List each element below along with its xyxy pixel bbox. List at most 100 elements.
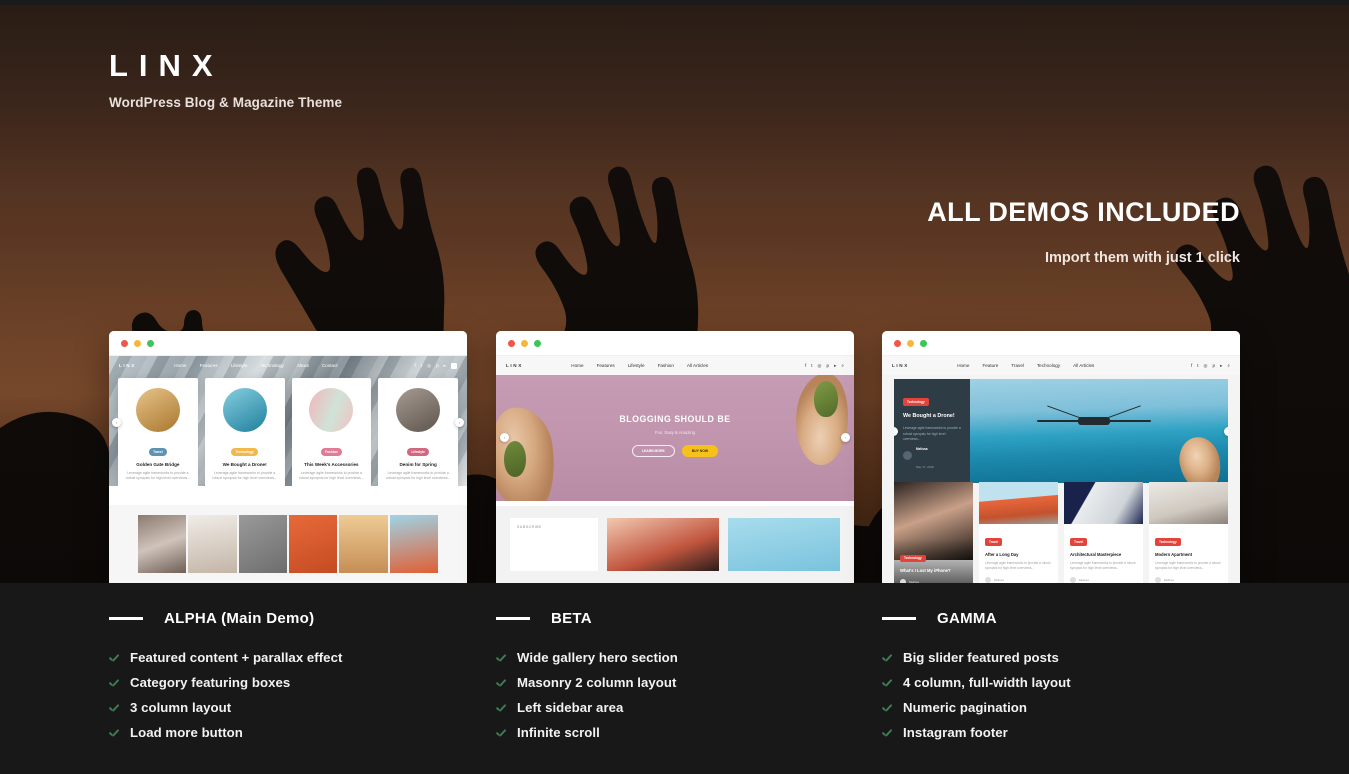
card-badge: Fashion bbox=[321, 448, 342, 456]
youtube-icon[interactable]: ▸ bbox=[444, 363, 446, 369]
masonry-image[interactable] bbox=[607, 518, 719, 571]
strip-image[interactable] bbox=[238, 515, 287, 573]
beta-social-icons[interactable]: f t ◎ p ▸ ⌕ bbox=[805, 363, 844, 369]
gamma-post[interactable]: Technology Modern Apartment Leverage agi… bbox=[1149, 482, 1228, 583]
learn-more-button[interactable]: LEARN MORE bbox=[631, 445, 675, 457]
post-author: Melissa bbox=[994, 578, 1004, 583]
alpha-card[interactable]: Fashion This Week's Accessories Leverage… bbox=[291, 378, 372, 486]
strip-image[interactable] bbox=[188, 515, 237, 573]
list-item: 4 column, full-width layout bbox=[882, 675, 1254, 690]
nav-link[interactable]: Contact bbox=[322, 363, 338, 368]
post-badge: Technology bbox=[1155, 538, 1181, 546]
pinterest-icon[interactable]: p bbox=[436, 363, 439, 368]
check-icon bbox=[882, 677, 893, 688]
post-author: Melissa bbox=[1079, 578, 1089, 583]
search-icon[interactable]: ⌕ bbox=[1227, 363, 1230, 368]
alpha-prev-arrow[interactable]: ‹ bbox=[112, 418, 121, 427]
alpha-next-arrow[interactable]: › bbox=[455, 418, 464, 427]
alpha-site-nav: LINX Home Features Lifestyle Technology … bbox=[109, 356, 467, 375]
demo-preview-gamma[interactable]: LINX Home Feature Travel Technology All … bbox=[882, 331, 1240, 583]
nav-link[interactable]: About bbox=[297, 363, 309, 368]
youtube-icon[interactable]: ▸ bbox=[834, 363, 836, 369]
check-icon bbox=[882, 727, 893, 738]
nav-link[interactable]: Lifestyle bbox=[628, 363, 645, 368]
twitter-icon[interactable]: t bbox=[1197, 363, 1198, 368]
brand-logo: LINX bbox=[109, 48, 224, 83]
window-close-dot[interactable] bbox=[121, 339, 128, 347]
alpha-nav-links[interactable]: Home Features Lifestyle Technology About… bbox=[174, 363, 337, 368]
nav-link[interactable]: Technology bbox=[1037, 363, 1060, 368]
nav-link[interactable]: All Articles bbox=[687, 363, 708, 368]
window-close-dot[interactable] bbox=[508, 339, 515, 347]
pinterest-icon[interactable]: p bbox=[827, 363, 830, 368]
search-icon[interactable] bbox=[450, 362, 457, 369]
beta-sidebar-title: SUBSCRIBE bbox=[517, 525, 542, 529]
pinterest-icon[interactable]: p bbox=[1213, 363, 1216, 368]
gamma-next-arrow[interactable]: › bbox=[1224, 427, 1228, 436]
nav-link[interactable]: Feature bbox=[982, 363, 998, 368]
window-minimize-dot[interactable] bbox=[521, 339, 528, 347]
nav-link[interactable]: Fashion bbox=[658, 363, 674, 368]
youtube-icon[interactable]: ▸ bbox=[1220, 363, 1222, 369]
alpha-social-icons[interactable]: f t ◎ p ▸ bbox=[415, 362, 457, 369]
facebook-icon[interactable]: f bbox=[415, 363, 416, 368]
check-icon bbox=[496, 677, 507, 688]
window-maximize-dot[interactable] bbox=[920, 339, 927, 347]
beta-next-arrow[interactable]: › bbox=[841, 433, 850, 442]
strip-image[interactable] bbox=[138, 515, 187, 573]
demo-preview-alpha[interactable]: LINX Home Features Lifestyle Technology … bbox=[109, 331, 467, 583]
strip-image[interactable] bbox=[288, 515, 338, 573]
facebook-icon[interactable]: f bbox=[805, 363, 806, 368]
nav-link[interactable]: Home bbox=[571, 363, 583, 368]
twitter-icon[interactable]: t bbox=[811, 363, 812, 368]
gamma-post[interactable]: Travel Architectural Masterpiece Leverag… bbox=[1064, 482, 1143, 583]
demo-column-gamma: GAMMA Big slider featured posts 4 column… bbox=[882, 610, 1254, 750]
post-badge: Technology bbox=[900, 554, 926, 562]
nav-link[interactable]: Features bbox=[200, 363, 218, 368]
window-minimize-dot[interactable] bbox=[134, 339, 141, 347]
post-body: Travel Architectural Masterpiece Leverag… bbox=[1064, 524, 1143, 583]
beta-prev-arrow[interactable]: ‹ bbox=[500, 433, 509, 442]
gamma-nav-links[interactable]: Home Feature Travel Technology All Artic… bbox=[957, 363, 1094, 368]
buy-now-button[interactable]: BUY NOW bbox=[681, 445, 719, 457]
nav-link[interactable]: Home bbox=[174, 363, 186, 368]
alpha-card[interactable]: Lifestyle Denim for Spring Leverage agil… bbox=[378, 378, 458, 486]
post-title: Architectural Masterpiece bbox=[1070, 552, 1122, 557]
instagram-icon[interactable]: ◎ bbox=[818, 363, 822, 369]
hero-subline: Import them with just 1 click bbox=[1045, 250, 1240, 266]
card-excerpt: Leverage agile frameworks to provide a r… bbox=[385, 471, 451, 481]
preview-body-beta: LINX Home Features Lifestyle Fashion All… bbox=[496, 356, 854, 583]
demo-preview-beta[interactable]: LINX Home Features Lifestyle Fashion All… bbox=[496, 331, 854, 583]
nav-link[interactable]: All Articles bbox=[1073, 363, 1094, 368]
author-avatar bbox=[903, 450, 912, 460]
window-maximize-dot[interactable] bbox=[147, 339, 154, 347]
facebook-icon[interactable]: f bbox=[1191, 363, 1192, 368]
window-minimize-dot[interactable] bbox=[907, 339, 914, 347]
feature-label: Featured content + parallax effect bbox=[130, 650, 343, 665]
instagram-icon[interactable]: ◎ bbox=[427, 363, 431, 369]
window-maximize-dot[interactable] bbox=[534, 339, 541, 347]
gamma-social-icons[interactable]: f t ◎ p ▸ ⌕ bbox=[1191, 363, 1230, 369]
nav-link[interactable]: Technology bbox=[261, 363, 284, 368]
gamma-post[interactable]: Technology What's I Lost My iPhone? Meli… bbox=[894, 482, 973, 583]
alpha-card[interactable]: Travel Golden Gate Bridge Leverage agile… bbox=[118, 378, 198, 486]
avocado-right bbox=[814, 381, 838, 417]
alpha-card[interactable]: Technology We Bought a Drone! Leverage a… bbox=[204, 378, 285, 486]
dash-icon bbox=[496, 617, 530, 620]
beta-site-nav: LINX Home Features Lifestyle Fashion All… bbox=[496, 356, 854, 375]
twitter-icon[interactable]: t bbox=[421, 363, 422, 368]
nav-link[interactable]: Travel bbox=[1011, 363, 1024, 368]
gamma-slider-image bbox=[970, 379, 1228, 483]
instagram-icon[interactable]: ◎ bbox=[1204, 363, 1208, 369]
strip-image[interactable] bbox=[389, 515, 438, 573]
gamma-post[interactable]: Travel After a Long Day Leverage agile f… bbox=[979, 482, 1058, 583]
nav-link[interactable]: Lifestyle bbox=[231, 363, 248, 368]
nav-link[interactable]: Features bbox=[597, 363, 615, 368]
search-icon[interactable]: ⌕ bbox=[841, 363, 844, 368]
window-close-dot[interactable] bbox=[894, 339, 901, 347]
beta-nav-links[interactable]: Home Features Lifestyle Fashion All Arti… bbox=[571, 363, 708, 368]
strip-image[interactable] bbox=[339, 515, 388, 573]
nav-link[interactable]: Home bbox=[957, 363, 969, 368]
masonry-image[interactable] bbox=[728, 518, 840, 571]
gamma-featured-slider[interactable]: Technology We Bought a Drone! Leverage a… bbox=[894, 379, 1228, 483]
